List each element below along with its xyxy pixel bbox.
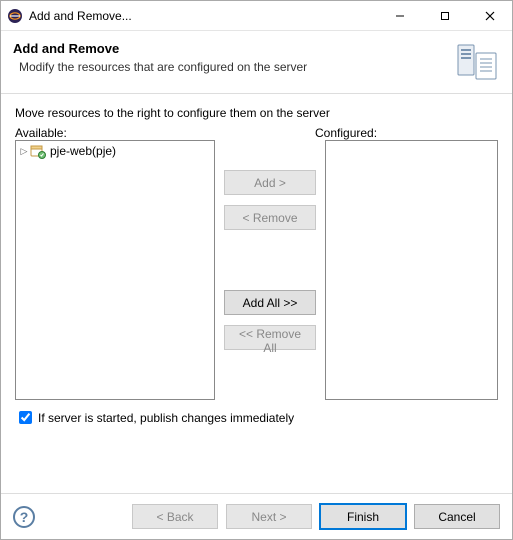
- available-list[interactable]: ▷ pje-web(pje): [15, 140, 215, 400]
- list-item[interactable]: ▷ pje-web(pje): [16, 141, 214, 161]
- publish-checkbox-row[interactable]: If server is started, publish changes im…: [15, 408, 498, 427]
- list-item-label: pje-web(pje): [50, 144, 116, 158]
- add-button[interactable]: Add >: [224, 170, 316, 195]
- titlebar: Add and Remove...: [1, 1, 512, 31]
- dialog-title: Add and Remove: [13, 41, 456, 56]
- add-all-button[interactable]: Add All >>: [224, 290, 316, 315]
- cancel-button[interactable]: Cancel: [414, 504, 500, 529]
- finish-button[interactable]: Finish: [320, 504, 406, 529]
- expand-icon[interactable]: ▷: [18, 146, 30, 157]
- remove-all-button[interactable]: << Remove All: [224, 325, 316, 350]
- module-icon: [30, 143, 46, 159]
- minimize-button[interactable]: [377, 1, 422, 30]
- dialog-footer: ? < Back Next > Finish Cancel: [1, 493, 512, 539]
- configured-list[interactable]: [325, 140, 498, 400]
- next-button[interactable]: Next >: [226, 504, 312, 529]
- configured-label: Configured:: [315, 126, 498, 140]
- eclipse-icon: [7, 8, 23, 24]
- back-button[interactable]: < Back: [132, 504, 218, 529]
- dialog-content: Move resources to the right to configure…: [1, 94, 512, 493]
- dialog-window: Add and Remove... Add and Remove Modify …: [0, 0, 513, 540]
- server-icon: [456, 41, 500, 85]
- available-label: Available:: [15, 126, 215, 140]
- maximize-button[interactable]: [422, 1, 467, 30]
- window-title: Add and Remove...: [29, 9, 377, 23]
- publish-checkbox[interactable]: [19, 411, 32, 424]
- instruction-text: Move resources to the right to configure…: [15, 106, 498, 120]
- transfer-buttons: Add > < Remove Add All >> << Remove All: [215, 140, 325, 400]
- help-icon[interactable]: ?: [13, 506, 35, 528]
- remove-button[interactable]: < Remove: [224, 205, 316, 230]
- dialog-header: Add and Remove Modify the resources that…: [1, 31, 512, 94]
- dialog-subtitle: Modify the resources that are configured…: [19, 60, 456, 74]
- publish-checkbox-label: If server is started, publish changes im…: [38, 411, 294, 425]
- close-button[interactable]: [467, 1, 512, 30]
